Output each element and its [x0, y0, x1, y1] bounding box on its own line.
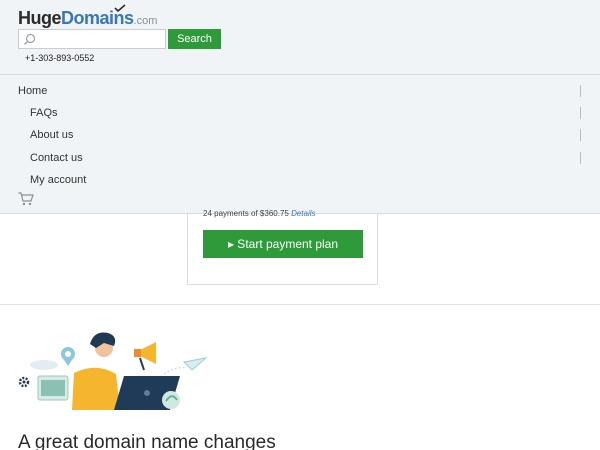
payment-summary: 24 payments of $360.75 Details [203, 209, 316, 218]
nav-item-faqs[interactable]: FAQs [30, 107, 58, 119]
payment-amount: 24 payments of $360.75 [203, 209, 289, 218]
nav-item-home[interactable]: Home [18, 85, 47, 97]
nav-item-about-us[interactable]: About us [30, 129, 73, 141]
logo-check-icon [114, 4, 126, 12]
logo-com: .com [133, 15, 158, 27]
nav-item-my-account[interactable]: My account [30, 174, 86, 186]
logo-huge: Huge [18, 8, 62, 28]
nav-item-contact-us[interactable]: Contact us [30, 152, 83, 164]
nav-separator [580, 107, 581, 119]
phone-number[interactable]: +1-303-893-0552 [25, 53, 94, 63]
section-divider [0, 304, 600, 305]
nav-separator [580, 129, 581, 141]
search-box [18, 29, 166, 49]
site-header: HugeDomains.com Search +1-303-893-0552 [0, 0, 600, 75]
details-link[interactable]: Details [291, 209, 315, 218]
marketing-illustration [18, 332, 208, 410]
search-icon [24, 33, 36, 45]
payment-plan-card: 24 payments of $360.75 Details ▸ Start p… [187, 209, 378, 285]
search-input[interactable] [39, 30, 163, 48]
search-button[interactable]: Search [168, 29, 221, 49]
page-headline: A great domain name changes [18, 432, 276, 450]
cart-icon[interactable] [18, 192, 34, 206]
logo[interactable]: HugeDomains.com [18, 4, 158, 29]
nav-separator [580, 152, 581, 164]
main-nav: Home FAQs About us Contact us My account [0, 75, 600, 214]
start-payment-plan-button[interactable]: ▸ Start payment plan [203, 230, 363, 258]
nav-separator [580, 85, 581, 97]
